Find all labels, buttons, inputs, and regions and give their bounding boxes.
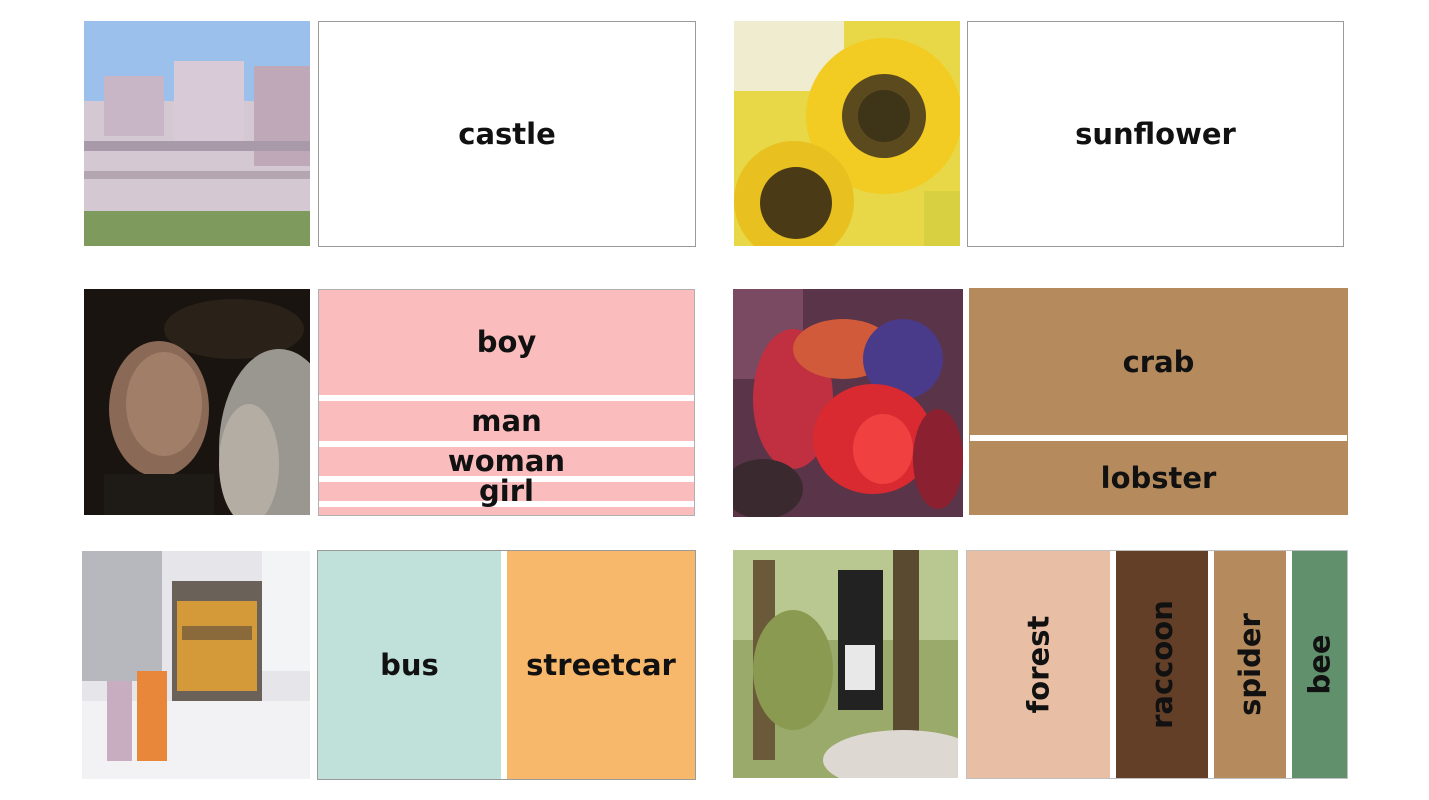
- label-segment-forest: forest: [967, 551, 1113, 778]
- label-bar-person: boy man woman girl: [318, 289, 695, 516]
- label-bar-forest: forest raccoon spider bee: [966, 550, 1348, 779]
- label-segment-lobster: lobster: [970, 441, 1347, 514]
- label-segment-crab: crab: [970, 289, 1347, 438]
- label-text-raccoon: raccoon: [1144, 600, 1179, 729]
- label-bar-sunflower: sunflower: [967, 21, 1344, 247]
- label-segment-sunflower: sunflower: [968, 22, 1343, 246]
- label-text-sunflower: sunflower: [1075, 116, 1236, 151]
- person-photo: [84, 289, 310, 515]
- label-segment-man: man: [319, 401, 694, 444]
- label-segment-bee: bee: [1292, 551, 1347, 778]
- crab-photo: [733, 289, 963, 517]
- forest-photo: [733, 550, 958, 778]
- label-segment-streetcar: streetcar: [507, 551, 695, 779]
- label-text-streetcar: streetcar: [526, 647, 676, 682]
- label-segment-castle: castle: [319, 22, 695, 246]
- label-segment-boy: boy: [319, 290, 694, 398]
- streetcar-photo: [82, 551, 310, 779]
- label-text-crab: crab: [1122, 344, 1195, 379]
- label-segment-other: [319, 507, 694, 515]
- label-text-man: man: [471, 403, 542, 438]
- label-text-forest: forest: [1020, 615, 1055, 714]
- label-bar-crab: crab lobster: [969, 288, 1348, 515]
- label-text-girl: girl: [479, 474, 534, 508]
- label-bar-streetcar: bus streetcar: [317, 550, 696, 780]
- label-segment-girl: girl: [319, 477, 694, 506]
- label-bar-castle: castle: [318, 21, 696, 247]
- label-text-lobster: lobster: [1100, 461, 1217, 495]
- castle-photo: [84, 21, 310, 246]
- label-text-bus: bus: [380, 647, 439, 682]
- label-text-spider: spider: [1232, 613, 1267, 716]
- label-text-woman: woman: [447, 444, 566, 478]
- label-text-castle: castle: [458, 116, 556, 151]
- label-text-boy: boy: [476, 325, 537, 359]
- sunflower-photo: [734, 21, 960, 246]
- label-segment-bus: bus: [318, 551, 504, 779]
- label-segment-raccoon: raccoon: [1116, 551, 1211, 778]
- label-segment-spider: spider: [1214, 551, 1289, 778]
- label-text-bee: bee: [1303, 634, 1338, 695]
